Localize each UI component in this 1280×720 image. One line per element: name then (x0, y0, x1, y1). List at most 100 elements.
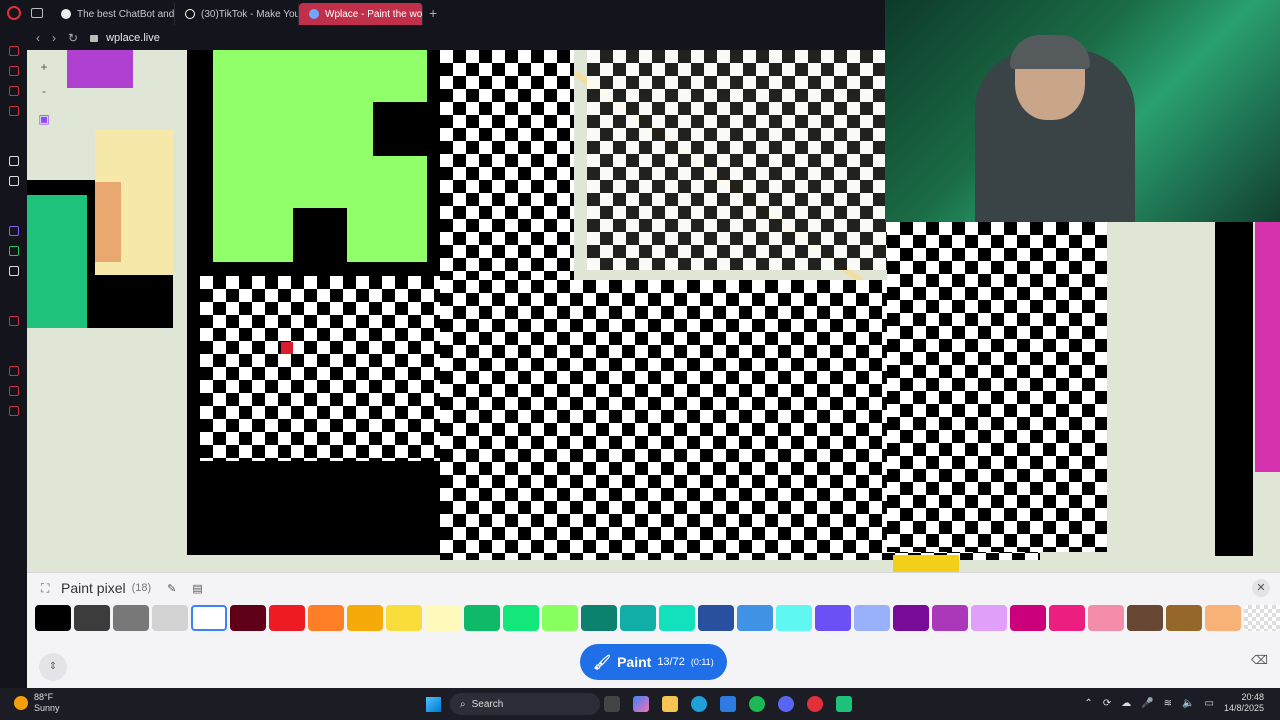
color-swatch[interactable] (35, 605, 71, 631)
opera-gx-icon[interactable] (807, 696, 823, 712)
brush-icon: 🖌 (593, 653, 612, 670)
color-swatch[interactable] (893, 605, 929, 631)
color-swatch[interactable] (386, 605, 422, 631)
color-swatch[interactable] (620, 605, 656, 631)
image-icon[interactable]: ▤ (192, 582, 202, 595)
sidebar-x-icon[interactable] (8, 266, 19, 276)
paint-panel-title: Paint pixel (18) ✎ ▤ (61, 580, 203, 596)
reload-icon[interactable]: ↻ (68, 31, 78, 45)
color-swatch[interactable] (113, 605, 149, 631)
tab-wplace[interactable]: Wplace - Paint the world (299, 3, 423, 25)
wifi-icon[interactable]: ≋ (1164, 698, 1172, 709)
url-field[interactable]: wplace.live (106, 32, 160, 44)
paint-panel: ⛶ Paint pixel (18) ✎ ▤ ✕ ⇕ 🖌 Paint 13/72… (27, 572, 1280, 688)
tab-title: (30)TikTok - Make Your D (201, 8, 298, 20)
pixel-art-checker (887, 222, 1107, 552)
sidebar-twitch-icon[interactable] (8, 226, 19, 236)
close-panel-button[interactable]: ✕ (1252, 579, 1270, 597)
color-swatch[interactable] (932, 605, 968, 631)
paint-button-label: Paint (617, 654, 652, 670)
zoom-in-button[interactable]: + (37, 60, 51, 74)
file-explorer-icon[interactable] (662, 696, 678, 712)
color-swatch[interactable] (971, 605, 1007, 631)
clock[interactable]: 20:48 14/8/2025 (1224, 692, 1264, 714)
color-swatch[interactable] (659, 605, 695, 631)
color-swatch[interactable] (308, 605, 344, 631)
color-swatch[interactable] (74, 605, 110, 631)
color-swatch[interactable] (698, 605, 734, 631)
back-icon[interactable]: ‹ (36, 31, 40, 45)
copilot-icon[interactable] (633, 696, 649, 712)
sidebar-history-icon[interactable] (8, 366, 19, 376)
taskbar-search[interactable]: ⌕ Search (450, 693, 600, 715)
color-swatch[interactable] (503, 605, 539, 631)
pixel-art-block (1215, 222, 1253, 556)
twitch-icon[interactable]: ▣ (37, 112, 51, 126)
battery-icon[interactable]: ▭ (1205, 698, 1214, 709)
color-swatch[interactable] (1127, 605, 1163, 631)
sidebar-shopping-icon[interactable] (8, 66, 19, 76)
sidebar-wallet-icon[interactable] (8, 86, 19, 96)
color-swatch[interactable] (854, 605, 890, 631)
weather-widget[interactable]: 88°F Sunny (14, 692, 60, 714)
sidebar-player-icon[interactable] (8, 316, 19, 326)
edge-icon[interactable] (691, 696, 707, 712)
color-swatch[interactable] (815, 605, 851, 631)
eraser-icon[interactable]: ⌫ (1251, 653, 1268, 667)
fullscreen-icon[interactable]: ⛶ (41, 581, 49, 596)
task-view-icon[interactable] (604, 696, 620, 712)
weather-condition: Sunny (34, 703, 60, 713)
sidebar-ai-icon[interactable] (8, 46, 19, 56)
color-swatch[interactable] (1049, 605, 1085, 631)
color-swatch[interactable] (230, 605, 266, 631)
color-swatch[interactable] (1166, 605, 1202, 631)
tab-tiktok[interactable]: (30)TikTok - Make Your D (175, 3, 299, 25)
sidebar-aria-icon[interactable] (8, 156, 19, 166)
sidebar-settings-icon[interactable] (8, 406, 19, 416)
new-tab-button[interactable]: + (429, 5, 437, 21)
tab-menu-icon[interactable] (31, 8, 43, 18)
color-swatch[interactable] (1010, 605, 1046, 631)
color-swatch[interactable] (776, 605, 812, 631)
tab-chatbot[interactable]: The best ChatBot and Wi (51, 3, 175, 25)
expand-panel-button[interactable]: ⇕ (39, 653, 67, 681)
chatgpt-favicon-icon (61, 9, 71, 19)
color-swatch[interactable] (269, 605, 305, 631)
sidebar-pinboard-icon[interactable] (8, 386, 19, 396)
color-swatch[interactable] (542, 605, 578, 631)
volume-icon[interactable]: 🔈 (1182, 698, 1194, 709)
pixel-art-block (893, 555, 959, 572)
edit-icon[interactable]: ✎ (167, 582, 176, 595)
color-swatch[interactable] (581, 605, 617, 631)
sidebar-chatgpt-icon[interactable] (8, 176, 19, 186)
paint-button[interactable]: 🖌 Paint 13/72 (0:11) (580, 644, 727, 680)
taskbar-apps (604, 696, 852, 712)
cloud-icon[interactable]: ☁ (1121, 698, 1131, 709)
mic-icon[interactable]: 🎤 (1141, 698, 1153, 709)
color-swatch[interactable] (1205, 605, 1241, 631)
chevron-up-icon[interactable]: ⌃ (1084, 698, 1092, 709)
paint-cooldown: (0:11) (690, 657, 714, 667)
discord-icon[interactable] (778, 696, 794, 712)
store-icon[interactable] (720, 696, 736, 712)
color-swatch[interactable] (152, 605, 188, 631)
forward-icon[interactable]: › (52, 31, 56, 45)
windows-start-icon[interactable] (426, 697, 441, 712)
sync-icon[interactable]: ⟳ (1103, 698, 1111, 709)
color-swatch[interactable] (464, 605, 500, 631)
color-swatch[interactable] (737, 605, 773, 631)
app-icon[interactable] (836, 696, 852, 712)
transparent-swatch[interactable] (1244, 605, 1280, 631)
zoom-out-button[interactable]: - (37, 84, 51, 98)
opera-logo-icon[interactable] (7, 6, 21, 20)
spotify-icon[interactable] (749, 696, 765, 712)
paint-panel-label: Paint pixel (61, 580, 126, 596)
color-swatch[interactable] (1088, 605, 1124, 631)
color-swatch[interactable] (347, 605, 383, 631)
color-swatch[interactable] (425, 605, 461, 631)
sidebar-mail-icon[interactable] (8, 106, 19, 116)
sidebar-whatsapp-icon[interactable] (8, 246, 19, 256)
color-swatch[interactable] (191, 605, 227, 631)
pixel-art-block (67, 50, 133, 88)
windows-taskbar: 88°F Sunny ⌕ Search ⌃ ⟳ ☁ 🎤 ≋ 🔈 ▭ 20:48 … (0, 688, 1280, 720)
